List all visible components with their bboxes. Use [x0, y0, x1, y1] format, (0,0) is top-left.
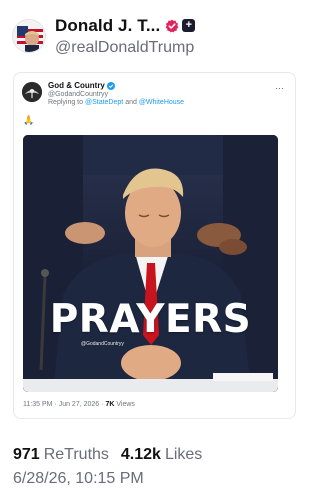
meta-time: 11:35 PM: [23, 401, 53, 408]
image-watermark: @GodandCountryy: [81, 341, 124, 347]
embedded-post-header: God & Country @GodandCountryy Replying t…: [22, 81, 287, 111]
mention-whitehouse-link[interactable]: @WhiteHouse: [139, 99, 184, 106]
meta-separator: ·: [54, 401, 57, 408]
retruths-count[interactable]: 971: [13, 446, 40, 464]
meta-views-count: 7K: [105, 401, 115, 408]
meta-views-label: Views: [116, 401, 135, 408]
more-options-icon[interactable]: …: [275, 81, 285, 91]
author-handle[interactable]: @realDonaldTrump: [55, 39, 195, 57]
post-image[interactable]: PRAYERS @GodandCountryy: [23, 135, 278, 392]
replying-and-label: and: [125, 99, 137, 106]
post-header: Donald J. T... + @realDonaldTrump: [12, 14, 300, 58]
post-timestamp: 6/28/26, 10:15 PM: [13, 470, 144, 487]
embedded-post-card[interactable]: God & Country @GodandCountryy Replying t…: [13, 72, 296, 419]
source-handle[interactable]: @GodandCountryy: [48, 91, 184, 98]
verified-check-icon: [106, 81, 115, 90]
likes-label[interactable]: Likes: [165, 446, 202, 464]
source-name[interactable]: God & Country: [48, 81, 105, 90]
retruths-label[interactable]: ReTruths: [44, 446, 109, 464]
eagle-avatar-icon: [22, 82, 42, 102]
author-avatar[interactable]: [12, 19, 46, 53]
mention-statedept-link[interactable]: @StateDept: [85, 99, 123, 106]
image-caption: PRAYERS: [49, 297, 252, 342]
engagement-stats: 971 ReTruths 4.12k Likes: [13, 446, 214, 464]
source-avatar[interactable]: [22, 82, 42, 102]
replying-to-label: Replying to: [48, 99, 84, 106]
replying-to-line: Replying to @StateDept and @WhiteHouse: [48, 99, 184, 106]
embedded-post-meta: 11:35 PM · Jun 27, 2026 · 7K Views: [23, 401, 135, 408]
verified-badge-icon: [165, 19, 179, 32]
meta-date: Jun 27, 2026: [58, 401, 100, 408]
plus-badge-icon: +: [182, 19, 196, 32]
post-text-emoji: 🙏: [23, 115, 35, 125]
man-praying-illustration: [23, 135, 278, 392]
author-display-name[interactable]: Donald J. T...: [55, 16, 160, 36]
flag-avatar-icon: [13, 20, 45, 52]
likes-count[interactable]: 4.12k: [121, 446, 161, 464]
meta-separator: ·: [101, 401, 104, 408]
